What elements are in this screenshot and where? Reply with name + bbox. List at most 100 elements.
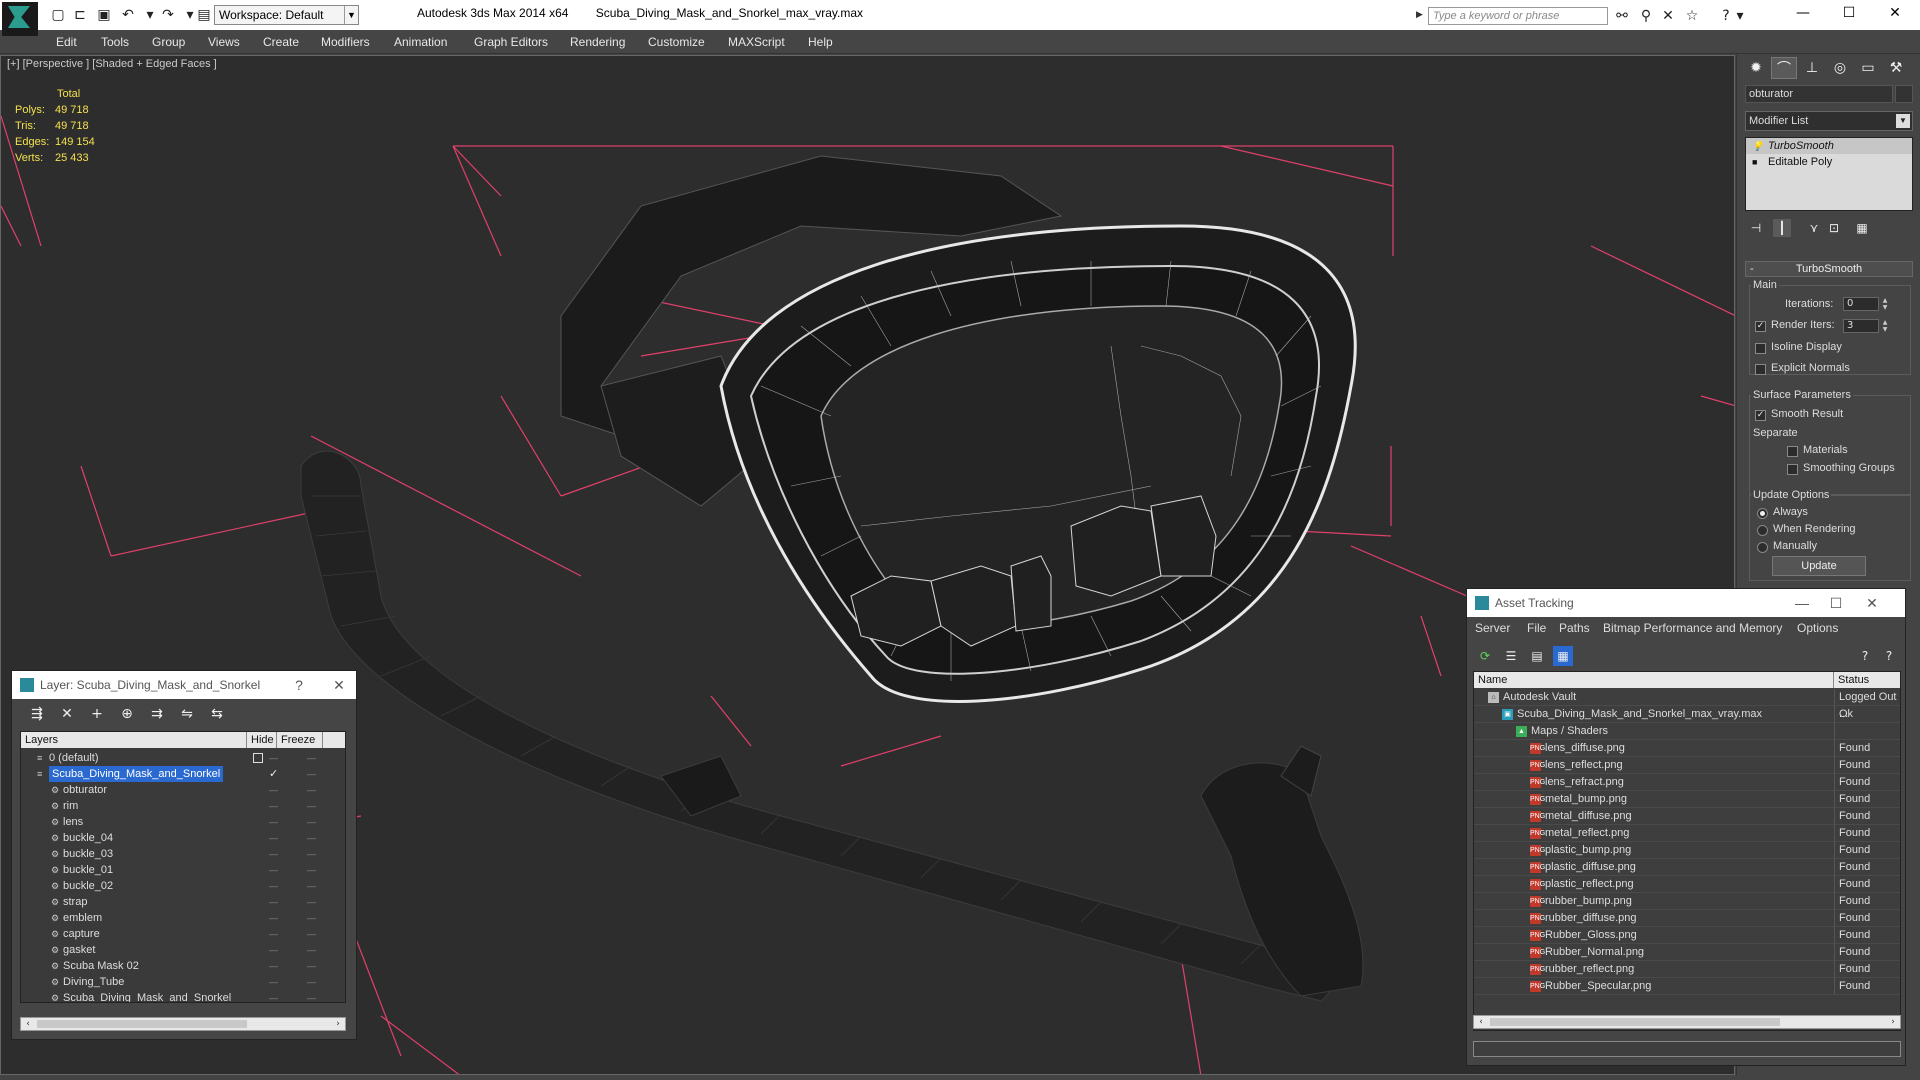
spinner-arrows-icon[interactable]: ▲ ▼ — [1881, 297, 1889, 311]
layer-row[interactable]: ⚙ buckle_03 — — — [21, 846, 345, 862]
isoline-checkbox[interactable] — [1755, 343, 1766, 354]
iterations-spinner[interactable]: 0 — [1843, 297, 1879, 311]
hide-toggle[interactable]: — — [269, 894, 278, 910]
asset-row[interactable]: PNG plastic_reflect.png Found — [1474, 876, 1900, 893]
menu-tools[interactable]: Tools — [101, 33, 129, 51]
select-in-layer-icon[interactable]: ⊕ — [116, 703, 138, 725]
freeze-toggle[interactable]: — — [307, 926, 316, 942]
layer-row[interactable]: ⚙ buckle_01 — — — [21, 862, 345, 878]
asset-row[interactable]: PNG Rubber_Gloss.png Found — [1474, 927, 1900, 944]
asset-row[interactable]: PNG lens_diffuse.png Found — [1474, 740, 1900, 757]
asset-row[interactable]: ▲ Maps / Shaders — [1474, 723, 1900, 740]
help-dropdown-icon[interactable]: ▾ — [1734, 6, 1746, 26]
asset-row[interactable]: PNG plastic_diffuse.png Found — [1474, 859, 1900, 876]
render-iters-checkbox[interactable]: ✓ — [1755, 321, 1766, 332]
hide-toggle[interactable]: — — [269, 782, 278, 798]
stack-entry-turbosmooth[interactable]: 💡 TurboSmooth — [1746, 138, 1912, 154]
menu-animation[interactable]: Animation — [394, 33, 447, 51]
remove-modifier-icon[interactable]: ⊡ — [1825, 219, 1843, 237]
manually-radio[interactable] — [1757, 542, 1768, 553]
list-view-icon[interactable]: ☰ — [1501, 646, 1521, 666]
freeze-toggle[interactable]: — — [307, 990, 316, 1002]
motion-tab-icon[interactable]: ◎ — [1827, 57, 1853, 79]
favorites-star-icon[interactable]: ☆ — [1682, 6, 1702, 26]
layer-row[interactable]: ≡ 0 (default) — — — [21, 750, 345, 766]
col-freeze[interactable]: Freeze — [277, 732, 323, 748]
render-iters-spinner[interactable]: 3 — [1843, 319, 1879, 333]
menu-graph-editors[interactable]: Graph Editors — [474, 33, 548, 51]
new-layer-icon[interactable]: ⇶ — [26, 703, 48, 725]
menu-modifiers[interactable]: Modifiers — [321, 33, 370, 51]
layer-row[interactable]: ⚙ obturator — — — [21, 782, 345, 798]
asset-row[interactable]: PNG rubber_bump.png Found — [1474, 893, 1900, 910]
stack-entry-editable-poly[interactable]: ■ Editable Poly — [1746, 154, 1912, 170]
menu-customize[interactable]: Customize — [648, 33, 705, 51]
asset-row[interactable]: PNG plastic_bump.png Found — [1474, 842, 1900, 859]
hide-toggle[interactable]: — — [269, 958, 278, 974]
layer-row[interactable]: ⚙ Diving_Tube — — — [21, 974, 345, 990]
table-view-icon[interactable]: ▦ — [1553, 646, 1573, 666]
layer-row[interactable]: ⚙ Scuba_Diving_Mask_and_Snorkel — — — [21, 990, 345, 1002]
thumbnail-view-icon[interactable]: ▤ — [1527, 646, 1547, 666]
hide-toggle[interactable]: — — [269, 750, 278, 766]
materials-checkbox[interactable] — [1787, 446, 1798, 457]
hide-toggle[interactable]: — — [269, 846, 278, 862]
asset-status-field[interactable] — [1473, 1041, 1901, 1057]
asset-row[interactable]: PNG Rubber_Normal.png Found — [1474, 944, 1900, 961]
scroll-thumb[interactable] — [37, 1020, 247, 1028]
freeze-toggle[interactable]: — — [307, 862, 316, 878]
highlight-layer-icon[interactable]: ⇉ — [146, 703, 168, 725]
freeze-toggle[interactable]: — — [307, 750, 316, 766]
hierarchy-tab-icon[interactable]: ⊥ — [1799, 57, 1825, 79]
freeze-toggle[interactable]: — — [307, 814, 316, 830]
smooth-result-checkbox[interactable]: ✓ — [1755, 410, 1766, 421]
hide-toggle[interactable]: — — [269, 974, 278, 990]
help-icon[interactable]: ? — [1716, 6, 1736, 26]
search-expand-icon[interactable]: ▶ — [1416, 10, 1424, 22]
hide-toggle[interactable]: ✓ — [269, 766, 278, 782]
freeze-toggle[interactable]: — — [307, 766, 316, 782]
asset-row[interactable]: PNG lens_refract.png Found — [1474, 774, 1900, 791]
highlight-icon[interactable]: ? — [1879, 646, 1899, 666]
layer-row[interactable]: ⚙ rim — — — [21, 798, 345, 814]
freeze-toggle[interactable]: — — [307, 830, 316, 846]
menu-create[interactable]: Create — [263, 33, 299, 51]
layer-row[interactable]: ⚙ emblem — — — [21, 910, 345, 926]
spinner-arrows-icon[interactable]: ▲ ▼ — [1881, 319, 1889, 333]
layer-row[interactable]: ⚙ strap — — — [21, 894, 345, 910]
layer-window-titlebar[interactable]: Layer: Scuba_Diving_Mask_and_Snorkel ? ✕ — [12, 671, 356, 699]
hide-toggle[interactable]: — — [269, 798, 278, 814]
asset-window-titlebar[interactable]: Asset Tracking — ☐ ✕ — [1467, 589, 1905, 617]
search-input[interactable]: Type a keyword or phrase — [1428, 7, 1608, 25]
smoothing-groups-checkbox[interactable] — [1787, 464, 1798, 475]
menu-views[interactable]: Views — [208, 33, 240, 51]
when-rendering-radio[interactable] — [1757, 525, 1768, 536]
hide-toggle[interactable]: — — [269, 878, 278, 894]
close-icon[interactable]: ✕ — [1857, 589, 1887, 617]
delete-layer-icon[interactable]: ✕ — [56, 703, 78, 725]
close-icon[interactable]: ✕ — [324, 671, 354, 699]
asset-row[interactable]: PNG lens_reflect.png Found — [1474, 757, 1900, 774]
always-radio[interactable] — [1757, 508, 1768, 519]
asset-horizontal-scrollbar[interactable]: ‹ › — [1473, 1015, 1901, 1029]
configure-sets-icon[interactable]: ▦ — [1853, 219, 1871, 237]
refresh-icon[interactable]: ⟳ — [1475, 646, 1495, 666]
freeze-toggle[interactable]: — — [307, 846, 316, 862]
freeze-all-layers-icon[interactable]: ⇆ — [206, 703, 228, 725]
maximize-button[interactable]: ☐ — [1821, 589, 1851, 617]
hide-toggle[interactable]: — — [269, 942, 278, 958]
pin-stack-icon[interactable]: ⊣ — [1747, 219, 1765, 237]
scroll-left-icon[interactable]: ‹ — [21, 1018, 35, 1030]
communication-icon[interactable]: ✕ — [1658, 6, 1678, 26]
asset-menu-paths[interactable]: Paths — [1559, 621, 1590, 635]
binoculars-icon[interactable]: ⚯ — [1612, 6, 1632, 26]
hide-all-layers-icon[interactable]: ⇋ — [176, 703, 198, 725]
col-layers[interactable]: Layers — [21, 732, 247, 748]
asset-menu-server[interactable]: Server — [1475, 621, 1510, 635]
layer-row[interactable]: ⚙ gasket — — — [21, 942, 345, 958]
maximize-button[interactable]: ☐ — [1826, 0, 1872, 28]
layer-row[interactable]: ≡ Scuba_Diving_Mask_and_Snorkel ✓ — — [21, 766, 345, 782]
hide-toggle[interactable]: — — [269, 830, 278, 846]
asset-row[interactable]: PNG rubber_diffuse.png Found — [1474, 910, 1900, 927]
hide-toggle[interactable]: — — [269, 910, 278, 926]
